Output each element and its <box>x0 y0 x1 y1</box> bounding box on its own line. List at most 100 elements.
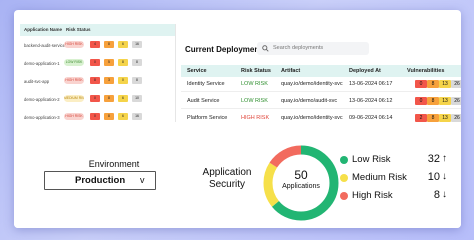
vulnerability-count: 26 <box>451 114 461 122</box>
risk-badge: HIGH RISK <box>64 41 84 48</box>
medium-risk-dot <box>340 174 348 182</box>
current-deployments-panel: Current Deployments Search deployments S… <box>177 24 461 130</box>
column-service: Service <box>187 68 207 74</box>
application-name: backend-audit-service <box>24 43 65 48</box>
title-line-2: Security <box>208 179 246 190</box>
vulnerability-count: 8 <box>132 77 142 84</box>
arrow-down-icon: ↓ <box>442 171 447 182</box>
search-icon <box>262 45 269 52</box>
medium-risk-label: Medium Risk <box>352 172 407 183</box>
low-risk-count: 32 <box>427 153 440 165</box>
application-table-header: Application Name Risk Status <box>20 24 175 36</box>
high-risk-dot <box>340 192 348 200</box>
deployed-at: 13-06-2024 06:17 <box>349 81 393 87</box>
dashboard-window: Application Name Risk Status backend-aud… <box>14 10 461 228</box>
risk-badge: LOW RISK <box>64 59 84 66</box>
low-risk-dot <box>340 156 348 164</box>
vulnerability-count: 0 <box>90 113 100 120</box>
vulnerability-count: 0 <box>415 97 427 105</box>
vulnerability-count: 10 <box>132 95 142 102</box>
application-risk-table: Application Name Risk Status backend-aud… <box>20 24 176 126</box>
arrow-up-icon: ↑ <box>442 153 447 164</box>
vulnerability-count: 13 <box>439 80 451 88</box>
table-row[interactable]: Identity Service LOW RISK quay.io/demo/ide… <box>181 77 461 92</box>
table-row[interactable]: Audit Service LOW RISK quay.io/demo/audit-… <box>181 94 461 109</box>
table-row[interactable]: demo-application-1 LOW RISK 0 5 8 8 <box>20 56 175 70</box>
environment-select[interactable]: Production v <box>44 171 156 190</box>
vulnerability-count: 8 <box>90 77 100 84</box>
service-name: Platform Service <box>187 115 228 121</box>
high-risk-count: 8 <box>433 189 440 201</box>
vulnerability-count: 16 <box>132 113 142 120</box>
vulnerability-count: 5 <box>104 59 114 66</box>
deployed-at: 09-06-2024 06:14 <box>349 115 393 121</box>
deployments-table-header: Service Risk Status Artifact Deployed At… <box>181 65 461 77</box>
column-artifact: Artifact <box>281 68 301 74</box>
artifact: quay.io/demo/identity-svc <box>281 81 343 87</box>
security-summary: Environment Production v Application Sec… <box>14 122 461 228</box>
service-name: Identity Service <box>187 81 225 87</box>
column-vulnerabilities: Vulnerabilities <box>407 68 445 74</box>
search-placeholder: Search deployments <box>273 45 324 51</box>
vulnerability-count: 8 <box>427 97 439 105</box>
application-name: demo-application-1 <box>24 61 60 66</box>
vulnerability-count: 8 <box>427 80 439 88</box>
low-risk-label: Low Risk <box>352 154 391 165</box>
vulnerability-count: 6 <box>118 113 128 120</box>
application-name: audit-svc-app <box>24 79 50 84</box>
vulnerability-count: 8 <box>104 95 114 102</box>
vulnerability-count: 26 <box>451 97 461 105</box>
vulnerability-count: 8 <box>427 114 439 122</box>
vulnerability-count: 2 <box>415 114 427 122</box>
vulnerability-count: 13 <box>439 97 451 105</box>
panel-title: Current Deployments <box>185 45 267 54</box>
column-deployed-at: Deployed At <box>349 68 381 74</box>
legend-low-risk: Low Risk 32 ↑ <box>338 152 461 168</box>
application-security-title: Application Security <box>182 167 272 191</box>
column-risk-status: Risk Status <box>66 27 91 32</box>
vulnerability-count: 0 <box>90 95 100 102</box>
risk-badge: MEDIUM RISK <box>64 95 84 102</box>
risk-badge: HIGH RISK <box>64 77 84 84</box>
deployed-at: 13-06-2024 06:12 <box>349 98 393 104</box>
arrow-down-icon: ↓ <box>442 189 447 200</box>
risk-status: LOW RISK <box>241 98 268 104</box>
table-row[interactable]: audit-svc-app HIGH RISK 8 3 0 8 <box>20 74 175 88</box>
application-name: demo-application-2 <box>24 97 60 102</box>
vulnerability-count: 8 <box>132 59 142 66</box>
vulnerability-count: 8 <box>104 113 114 120</box>
vulnerability-count: 0 <box>415 80 427 88</box>
vulnerability-count: 6 <box>118 41 128 48</box>
chevron-down-icon: v <box>140 175 145 185</box>
column-application-name: Application Name <box>24 27 63 32</box>
total-applications-label: Applications <box>282 183 320 190</box>
legend-medium-risk: Medium Risk 10 ↓ <box>338 170 461 186</box>
table-row[interactable]: backend-audit-service HIGH RISK 4 8 6 16 <box>20 38 175 52</box>
vulnerability-count: 8 <box>104 41 114 48</box>
table-row[interactable]: demo-application-2 MEDIUM RISK 086 10 <box>20 92 175 106</box>
vulnerability-count: 6 <box>118 95 128 102</box>
application-name: demo-application-3 <box>24 115 60 120</box>
vulnerability-count: 4 <box>90 41 100 48</box>
environment-selected-value: Production <box>75 175 126 186</box>
risk-badge: HIGH RISK <box>64 113 84 120</box>
vulnerability-count: 8 <box>118 59 128 66</box>
vulnerability-count: 3 <box>104 77 114 84</box>
total-applications-count: 50 <box>294 168 308 182</box>
vulnerability-count: 26 <box>451 80 461 88</box>
vulnerability-count: 0 <box>118 77 128 84</box>
risk-status: HIGH RISK <box>241 115 270 121</box>
risk-status: LOW RISK <box>241 81 268 87</box>
search-deployments-input[interactable]: Search deployments <box>257 42 369 55</box>
artifact: quay.io/demo/audit-svc <box>281 98 338 104</box>
legend-high-risk: High Risk 8 ↓ <box>338 188 461 204</box>
service-name: Audit Service <box>187 98 220 104</box>
vulnerability-count: 13 <box>439 114 451 122</box>
title-line-1: Application <box>202 167 252 178</box>
artifact: quay.io/demo/identity-svc <box>281 115 343 121</box>
medium-risk-count: 10 <box>427 171 440 183</box>
vulnerability-count: 16 <box>132 41 142 48</box>
column-risk-status: Risk Status <box>241 68 271 74</box>
vulnerability-count: 0 <box>90 59 100 66</box>
high-risk-label: High Risk <box>352 190 393 201</box>
